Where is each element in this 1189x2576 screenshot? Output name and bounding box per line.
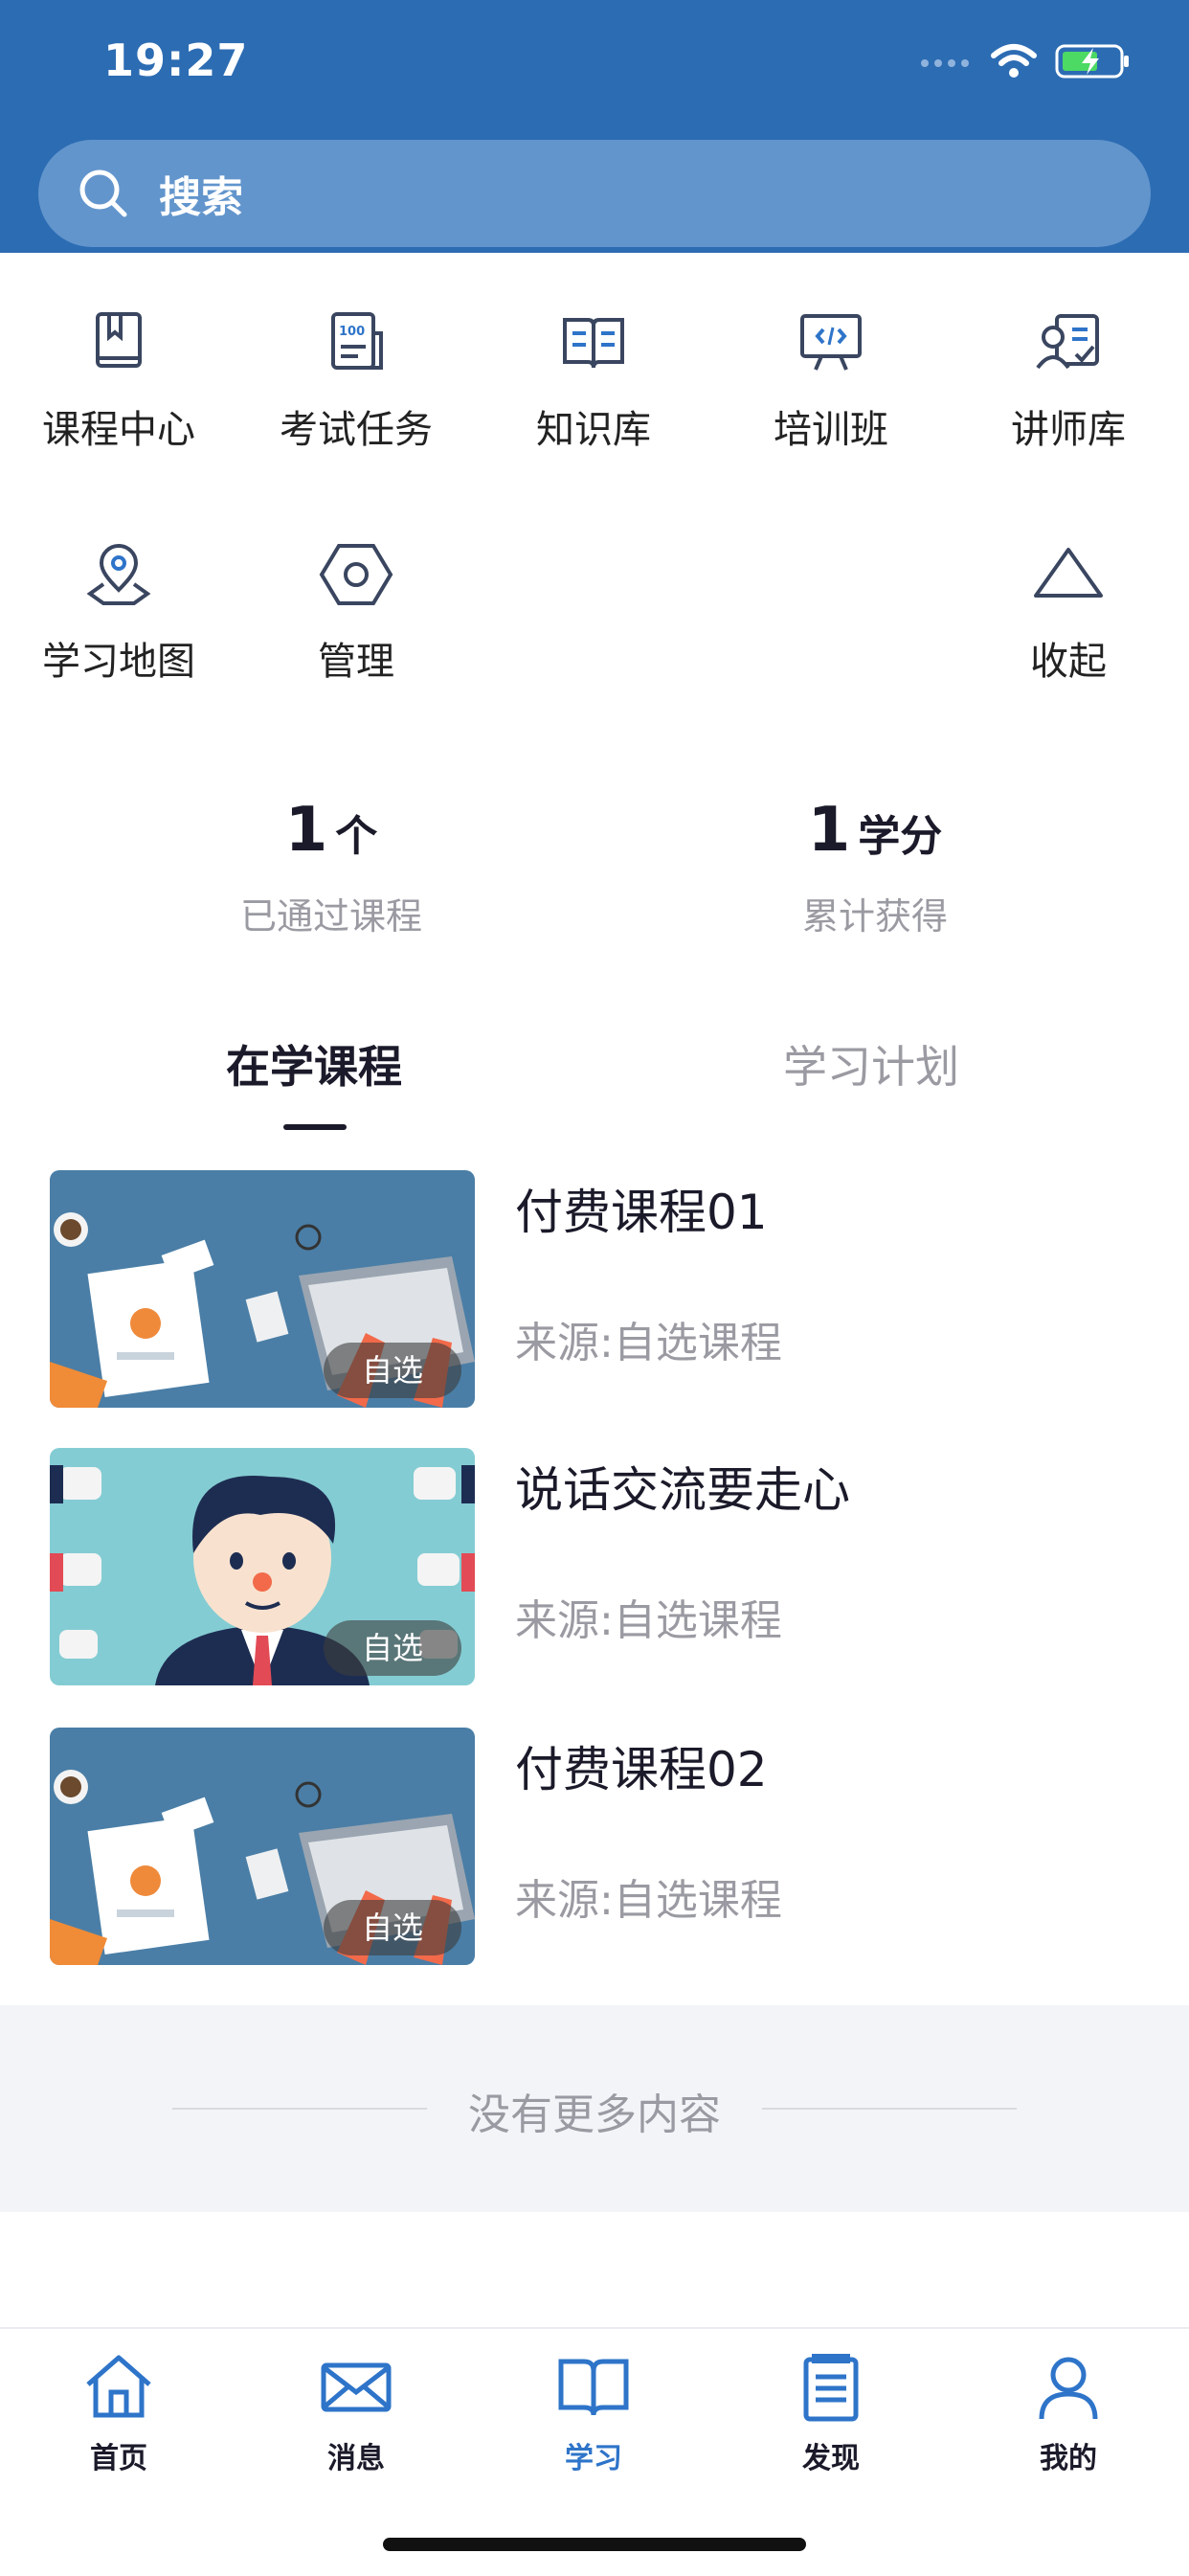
- grid-label: 收起: [1030, 640, 1107, 684]
- grid-label: 管理: [318, 640, 394, 684]
- stat-passed-courses[interactable]: 1个 已通过课程: [159, 795, 504, 939]
- document-icon: [803, 2354, 859, 2422]
- course-badge: 自选: [324, 1900, 461, 1955]
- mail-icon: [321, 2362, 392, 2412]
- grid-item-exam-tasks[interactable]: 100 考试任务: [237, 305, 475, 454]
- presentation-icon: [800, 314, 862, 371]
- grid-item-course-center[interactable]: 课程中心: [0, 305, 237, 454]
- search-placeholder: 搜索: [159, 173, 243, 222]
- tabbar-label: 消息: [327, 2442, 385, 2475]
- tabbar-label: 我的: [1040, 2442, 1097, 2475]
- study-book-icon: [558, 2359, 629, 2416]
- course-source: 来源:自选课程: [515, 1596, 782, 1645]
- status-indicators: [919, 42, 1132, 80]
- triangle-up-icon: [1034, 548, 1103, 598]
- course-source: 来源:自选课程: [515, 1319, 782, 1367]
- signal-icon: [921, 59, 969, 67]
- stat-unit: 个: [335, 812, 378, 861]
- tab-underline: [283, 1124, 347, 1130]
- stat-value: 1: [807, 795, 851, 866]
- grid-item-collapse[interactable]: 收起: [950, 536, 1187, 686]
- course-item[interactable]: 自选 付费课程01 来源:自选课程: [50, 1170, 1151, 1408]
- course-title: 付费课程02: [515, 1742, 768, 1797]
- course-badge: 自选: [324, 1620, 461, 1676]
- tabbar-label: 发现: [802, 2442, 860, 2475]
- course-title: 付费课程01: [515, 1185, 768, 1240]
- course-source: 来源:自选课程: [515, 1876, 782, 1925]
- no-more-text: 没有更多内容: [468, 2090, 721, 2139]
- home-indicator: [383, 2538, 806, 2551]
- grid-item-training-class[interactable]: 培训班: [712, 305, 950, 454]
- tabbar-item-study[interactable]: 学习: [475, 2348, 712, 2476]
- lecturer-icon: [1036, 314, 1099, 370]
- battery-icon: [1055, 44, 1129, 79]
- grid-item-knowledge-base[interactable]: 知识库: [475, 305, 712, 454]
- course-thumbnail: 自选: [50, 1448, 475, 1685]
- tabbar-label: 学习: [565, 2442, 622, 2475]
- hexagon-gear-icon: [319, 544, 393, 605]
- stat-unit: 学分: [858, 812, 943, 861]
- grid-item-management[interactable]: 管理: [237, 536, 475, 686]
- grid-label: 知识库: [536, 408, 651, 452]
- grid-item-learning-map[interactable]: 学习地图: [0, 536, 237, 686]
- course-item[interactable]: 自选 付费课程02 来源:自选课程: [50, 1728, 1151, 1965]
- home-icon: [86, 2355, 151, 2418]
- course-thumbnail: 自选: [50, 1170, 475, 1408]
- search-bar[interactable]: 搜索: [38, 140, 1151, 247]
- stat-value: 1: [284, 795, 328, 866]
- tab-study-plan[interactable]: 学习计划: [783, 1032, 959, 1096]
- grid-label: 培训班: [774, 408, 888, 452]
- grid-item-lecturer-library[interactable]: 讲师库: [950, 305, 1187, 454]
- status-time: 19:27: [103, 34, 249, 86]
- map-pin-icon: [86, 544, 151, 605]
- grid-label: 讲师库: [1011, 408, 1126, 452]
- course-badge: 自选: [324, 1343, 461, 1398]
- tabbar-item-discover[interactable]: 发现: [712, 2348, 950, 2476]
- stat-credits[interactable]: 1 学分 累计获得: [703, 795, 1047, 939]
- tabbar-item-mine[interactable]: 我的: [950, 2348, 1187, 2476]
- grid-label: 学习地图: [42, 640, 195, 684]
- wifi-icon: [991, 44, 1037, 78]
- tabbar-item-home[interactable]: 首页: [0, 2348, 237, 2476]
- svg-text:100: 100: [339, 325, 365, 339]
- book-icon: [96, 312, 142, 368]
- exam-icon: 100: [331, 312, 383, 370]
- open-book-icon: [563, 318, 624, 369]
- tab-in-progress[interactable]: 在学课程: [226, 1032, 402, 1096]
- search-icon: [79, 169, 127, 217]
- stat-caption: 累计获得: [801, 895, 948, 938]
- grid-label: 考试任务: [280, 408, 433, 452]
- course-title: 说话交流要走心: [515, 1462, 850, 1518]
- tabbar-label: 首页: [90, 2442, 147, 2475]
- user-icon: [1039, 2357, 1098, 2420]
- course-item[interactable]: 自选 说话交流要走心 来源:自选课程: [50, 1448, 1151, 1685]
- grid-label: 课程中心: [42, 408, 195, 452]
- course-thumbnail: 自选: [50, 1728, 475, 1965]
- tabbar-item-messages[interactable]: 消息: [237, 2348, 475, 2476]
- stat-caption: 已通过课程: [239, 895, 422, 938]
- header-bar: 19:27 搜索: [0, 0, 1189, 253]
- no-more-content: 没有更多内容: [0, 2005, 1189, 2212]
